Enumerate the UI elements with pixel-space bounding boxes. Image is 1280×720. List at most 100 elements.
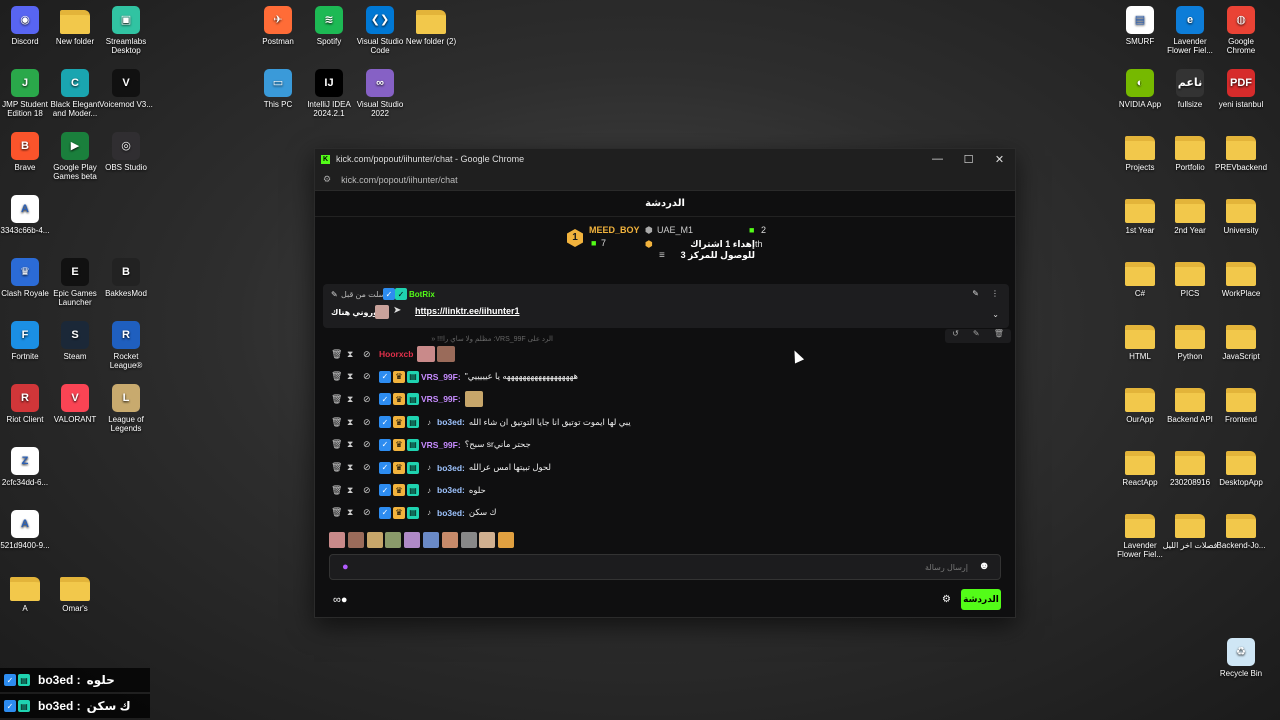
chat-username[interactable]: VRS_99F: [421,372,461,382]
emote-shortcut[interactable] [479,532,496,548]
more-options-icon[interactable]: ⋮ [991,289,999,298]
desktop-icon-backend-jo[interactable]: Backend-Jo... [1213,510,1269,550]
desktop-icon-lavender-flower-fiel[interactable]: e Lavender Flower Fiel... [1162,6,1218,55]
desktop-icon-reactapp[interactable]: ReactApp [1112,447,1168,487]
top-gifter-name[interactable]: MEED_BOY [589,225,640,235]
desktop-icon-230208916[interactable]: 230208916 [1162,447,1218,487]
ban-icon[interactable]: ⊘ [363,349,379,360]
emote-shortcut[interactable] [329,532,345,548]
timeout-icon[interactable]: ⧗ [347,371,363,382]
emote-shortcut[interactable] [385,532,402,548]
desktop-icon-backend-api[interactable]: Backend API [1162,384,1218,424]
desktop-icon-visual-studio-code[interactable]: ❮❯ Visual Studio Code [352,6,408,55]
emote-shortcut[interactable] [441,532,458,548]
chat-input-box[interactable]: ● إرسال رسالة ☻ [329,554,1001,580]
desktop-icon-projects[interactable]: Projects [1112,132,1168,172]
desktop-icon-new-folder-2[interactable]: New folder (2) [403,6,459,46]
send-chat-button[interactable]: الدردشة [961,589,1001,610]
desktop-icon-steam[interactable]: S Steam [47,321,103,361]
desktop-icon-recycle-bin[interactable]: ♻ Recycle Bin [1213,638,1269,678]
desktop-icon-discord[interactable]: ◉ Discord [0,6,53,46]
title-bar[interactable]: K kick.com/popout/iihunter/chat - Google… [315,149,1015,169]
maximize-button[interactable]: ☐ [953,153,984,166]
delete-icon[interactable]: 🗑 [331,371,347,382]
desktop-icon-spotify[interactable]: ≋ Spotify [301,6,357,46]
chat-message[interactable]: 🗑 ⧗ ⊘ ✓ ♛ ▤ ♪ bo3ed: حلوه [331,481,486,499]
chat-username[interactable]: Hoorxcb [379,349,413,359]
emoji-icon[interactable]: ☻ [978,560,990,572]
pinned-link[interactable]: https://linktr.ee/iihunter1 [415,306,520,316]
desktop-icon-lavender-flower-fiel[interactable]: Lavender Flower Fiel... [1112,510,1168,559]
chat-message[interactable]: 🗑 ⧗ ⊘ ✓ ♛ ▤ VRS_99F: [331,390,485,408]
gift-leaderboard[interactable]: 1 MEED_BOY ■ 7 ⬢ UAE_M1 ■ 2 ⬢ إهداء 1 اش… [315,217,1015,261]
desktop-icon-desktopapp[interactable]: DesktopApp [1213,447,1269,487]
chat-username[interactable]: bo3ed: [437,508,465,518]
desktop-icon-521d9400-9[interactable]: A 521d9400-9... [0,510,53,550]
desktop-icon-fortnite[interactable]: F Fortnite [0,321,53,361]
chat-message[interactable]: 🗑 ⧗ ⊘ ✓ ♛ ▤ ♪ bo3ed: يبي لها ايموت توتيق انا جاي… [331,413,631,431]
delete-icon[interactable]: 🗑 [331,417,347,428]
desktop-icon-pics[interactable]: PICS [1162,258,1218,298]
desktop-icon-1st-year[interactable]: 1st Year [1112,195,1168,235]
desktop-icon-fullsize[interactable]: ناعم fullsize [1162,69,1218,109]
desktop-icon-ourapp[interactable]: OurApp [1112,384,1168,424]
delete-icon[interactable]: 🗑 [331,439,347,450]
delete-icon[interactable]: 🗑 [331,349,347,360]
site-info-icon[interactable]: ⚙ [323,174,331,185]
desktop-icon-nvidia-app[interactable]: ◐ NVIDIA App [1112,69,1168,109]
desktop-icon-google-chrome[interactable]: ◍ Google Chrome [1213,6,1269,55]
desktop-icon-voicemod-v3[interactable]: V Voicemod V3... [98,69,154,109]
timeout-icon[interactable]: ⧗ [347,439,363,450]
desktop-icon-this-pc[interactable]: ▭ This PC [250,69,306,109]
timeout-icon[interactable]: ⧗ [347,394,363,405]
emote-shortcut[interactable] [404,532,421,548]
desktop-icon-clash-royale[interactable]: ♛ Clash Royale [0,258,53,298]
ban-icon[interactable]: ⊘ [363,417,379,428]
desktop-icon-intellij-idea-2024-2-1[interactable]: IJ IntelliJ IDEA 2024.2.1 [301,69,357,118]
desktop-icon-bakkesmod[interactable]: B BakkesMod [98,258,154,298]
second-gifter-name[interactable]: UAE_M1 [657,225,693,235]
desktop-icon-postman[interactable]: ✈ Postman [250,6,306,46]
delete-icon[interactable]: 🗑 [994,329,1004,343]
desktop-icon-html[interactable]: HTML [1112,321,1168,361]
desktop-icon-obs-studio[interactable]: ◎ OBS Studio [98,132,154,172]
expand-leaderboard-icon[interactable]: ≡ [659,250,665,261]
chat-message[interactable]: 🗑 ⧗ ⊘ ✓ ♛ ▤ VRS_99F: سبح؟ srجحتر ماني [331,436,531,454]
timeout-icon[interactable]: ⧗ [347,349,363,360]
ban-icon[interactable]: ⊘ [363,462,379,473]
desktop-icon-riot-client[interactable]: R Riot Client [0,384,53,424]
chat-message[interactable]: 🗑 ⧗ ⊘ ✓ ♛ ▤ VRS_99F: "ههههههههههههههههههه يا عي… [331,368,578,386]
desktop-icon-league-of-legends[interactable]: L League of Legends [98,384,154,433]
desktop-icon-new-folder[interactable]: New folder [47,6,103,46]
desktop-icon-2nd-year[interactable]: 2nd Year [1162,195,1218,235]
desktop-icon-frontend[interactable]: Frontend [1213,384,1269,424]
delete-icon[interactable]: 🗑 [331,485,347,496]
emote-shortcut[interactable] [347,532,364,548]
delete-icon[interactable]: 🗑 [331,394,347,405]
pin-message-icon[interactable]: ✎ [973,329,980,343]
chat-username[interactable]: VRS_99F: [421,440,461,450]
desktop-icon-a[interactable]: A [0,573,53,613]
desktop-icon-black-elegant-and-moder[interactable]: C Black Elegant and Moder... [47,69,103,118]
desktop-icon-2cfc34dd-6[interactable]: Z 2cfc34dd-6... [0,447,53,487]
chat-username[interactable]: VRS_99F: [421,394,461,404]
timeout-icon[interactable]: ⧗ [347,507,363,518]
ban-icon[interactable]: ⊘ [363,394,379,405]
desktop-icon-streamlabs-desktop[interactable]: ▣ Streamlabs Desktop [98,6,154,55]
close-button[interactable]: ✕ [984,153,1015,166]
delete-icon[interactable]: 🗑 [331,507,347,518]
chat-username[interactable]: bo3ed: [437,463,465,473]
desktop-icon-university[interactable]: University [1213,195,1269,235]
ban-icon[interactable]: ⊘ [363,485,379,496]
desktop-icon-epic-games-launcher[interactable]: E Epic Games Launcher [47,258,103,307]
chat-message[interactable]: 🗑 ⧗ ⊘ ✓ ♛ ▤ ♪ bo3ed: لحول تبيتها امس عرالله [331,459,551,477]
address-bar[interactable]: ⚙ kick.com/popout/iihunter/chat [315,169,1015,191]
ban-icon[interactable]: ⊘ [363,439,379,450]
emote-shortcut[interactable] [366,532,383,548]
emote-shortcut[interactable] [460,532,477,548]
ban-icon[interactable]: ⊘ [363,507,379,518]
desktop-icon-visual-studio-2022[interactable]: ∞ Visual Studio 2022 [352,69,408,118]
emote-shortcut[interactable] [422,532,439,548]
chat-message[interactable]: 🗑 ⧗ ⊘ Hoorxcb [331,345,457,363]
desktop-icon-rocket-league[interactable]: R Rocket League® [98,321,154,370]
